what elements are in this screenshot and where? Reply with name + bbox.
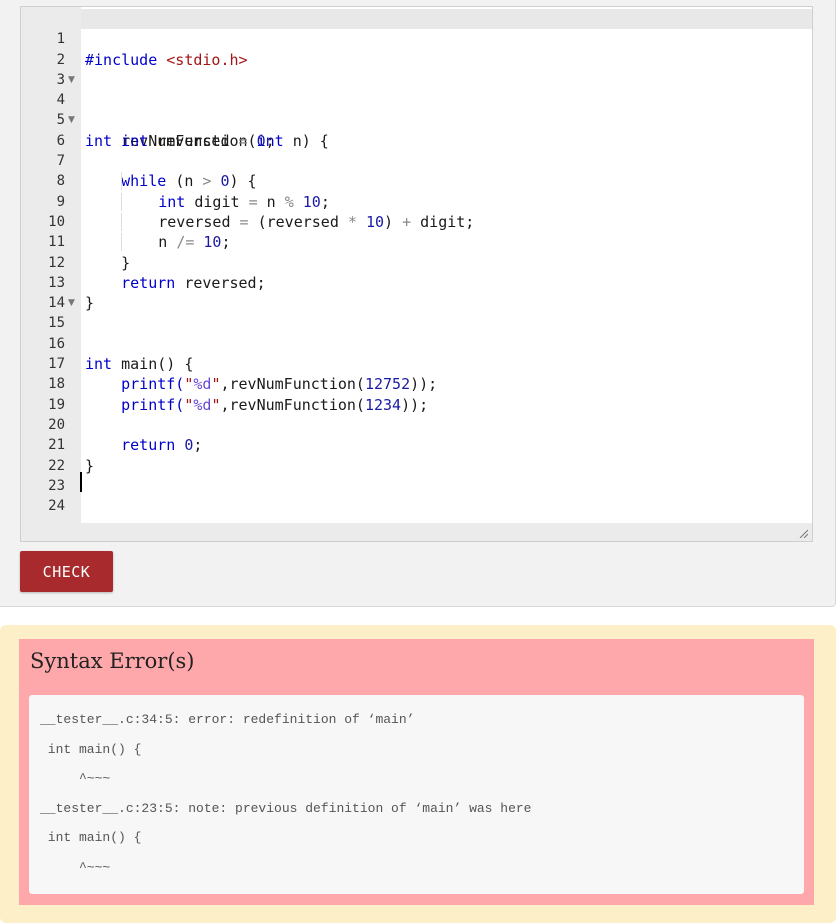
code-lines[interactable]: 1 #include <stdio.h> 2 3 4 ▼ int revNumF…	[21, 9, 812, 514]
error-line: int main() {	[40, 741, 142, 757]
code-line[interactable]: 5 int reversed = 0;	[21, 90, 812, 149]
feedback-panel: Syntax Error(s) __tester__.c:34:5: error…	[0, 625, 836, 923]
line-number: 24	[48, 498, 65, 515]
code-line[interactable]: 11 }	[21, 212, 812, 271]
code-line[interactable]: 9 reversed = (reversed * 10) + digit;	[21, 171, 812, 231]
fold-arrow-icon[interactable]: ▼	[68, 293, 75, 313]
code-line[interactable]: 21 }	[21, 415, 812, 474]
code-line[interactable]: 4 ▼ int revNumFunction(int n) {	[21, 70, 812, 150]
resize-handle-icon[interactable]	[798, 528, 808, 538]
code-line[interactable]: 16	[21, 313, 812, 352]
code-line[interactable]: 1 #include <stdio.h>	[21, 9, 812, 68]
code-editor-panel: 1 #include <stdio.h> 2 3 4 ▼ int revNumF…	[0, 0, 836, 607]
error-line: ^~~~	[40, 771, 111, 787]
error-output: __tester__.c:34:5: error: redefinition o…	[29, 695, 804, 894]
code-line[interactable]: 8 int digit = n % 10;	[21, 151, 812, 211]
error-line: __tester__.c:23:5: note: previous defini…	[40, 800, 532, 816]
error-line: int main() {	[40, 830, 142, 846]
code-line[interactable]: 3	[21, 50, 812, 88]
text-cursor	[80, 472, 82, 492]
code-line[interactable]: 14	[21, 273, 812, 311]
code-line[interactable]: 24	[21, 476, 812, 514]
code-line[interactable]: 22	[21, 435, 812, 474]
code-line[interactable]: 13 }	[21, 253, 812, 312]
code-line[interactable]: 6 ▼ while (n > 0) {	[21, 110, 812, 190]
fold-arrow-icon[interactable]: ▼	[68, 110, 75, 130]
code-line[interactable]: 23	[21, 456, 812, 494]
editor-bottom-padding	[21, 523, 812, 541]
code-line[interactable]: 12 return reversed;	[21, 232, 812, 292]
check-button[interactable]: CHECK	[20, 551, 113, 592]
fold-arrow-icon[interactable]: ▼	[68, 70, 75, 90]
code-line[interactable]: 20 return 0;	[21, 395, 812, 454]
code-line[interactable]: 2	[21, 29, 812, 68]
code-editor[interactable]: 1 #include <stdio.h> 2 3 4 ▼ int revNumF…	[20, 6, 813, 542]
code-line[interactable]: 10 n /= 10;	[21, 192, 812, 252]
code-line[interactable]: 19	[21, 374, 812, 413]
code-line[interactable]: 15 ▼ int main() {	[21, 293, 812, 373]
code-line[interactable]: 18 printf("%d",revNumFunction(1234));	[21, 354, 812, 413]
syntax-error-box: Syntax Error(s) __tester__.c:34:5: error…	[19, 639, 814, 905]
error-line: __tester__.c:34:5: error: redefinition o…	[40, 712, 415, 727]
code-line[interactable]: 17 printf("%d",revNumFunction(12752));	[21, 334, 812, 393]
error-title: Syntax Error(s)	[30, 649, 195, 673]
code-line[interactable]: 7	[21, 131, 812, 191]
error-line: ^~~~	[40, 859, 111, 875]
